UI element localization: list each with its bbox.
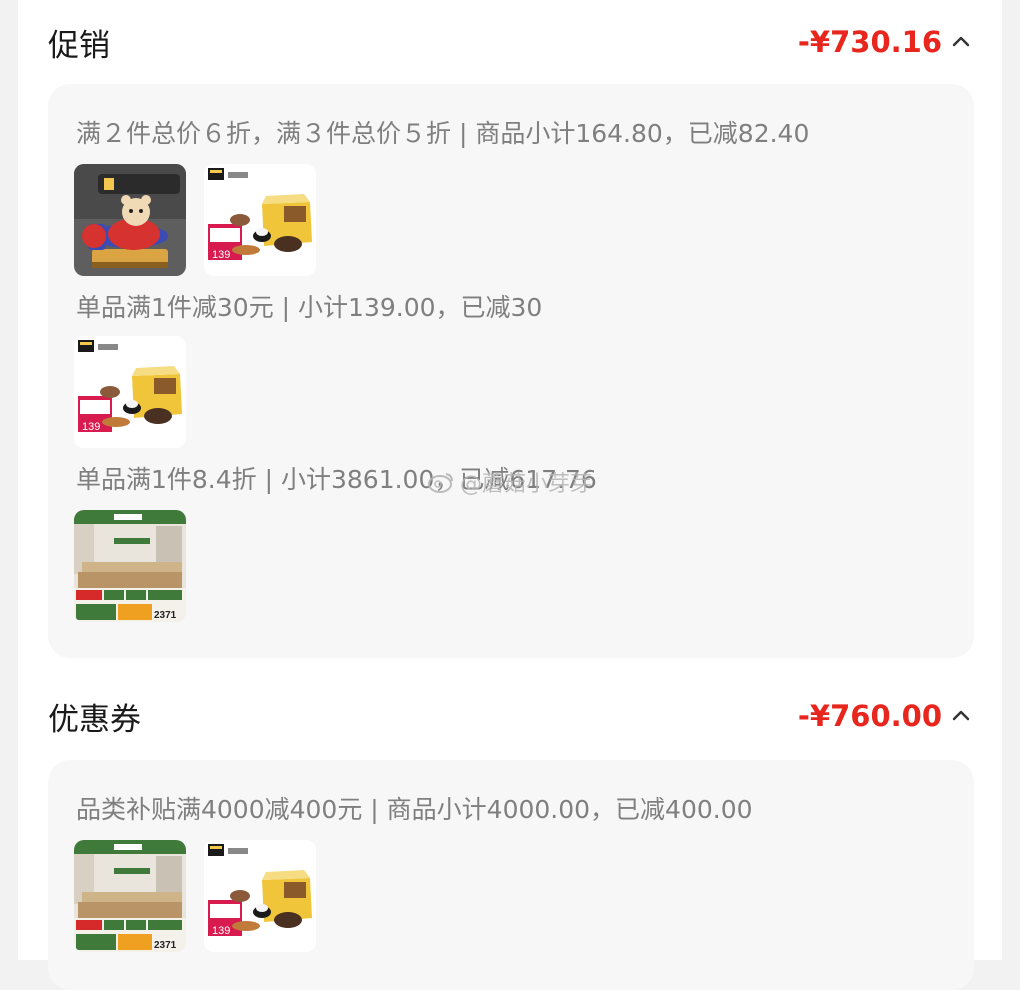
promotion-amount: -¥730.16 [797, 25, 942, 59]
animal-figures-thumb[interactable]: 139 [204, 164, 316, 276]
promotion-header[interactable]: 促销 -¥730.16 [48, 22, 972, 64]
order-discount-panel: 促销 -¥730.16 满２件总价６折，满３件总价５折 | 商品小计164.80… [18, 0, 1002, 990]
watermark-text: @蘑菇小芽芽 [460, 472, 593, 497]
animal-figures-thumb[interactable]: 139 [204, 840, 316, 952]
promotion-amount-toggle[interactable]: -¥730.16 [798, 25, 972, 59]
promotion-details-box: 满２件总价６折，满３件总价５折 | 商品小计164.80，已减82.40 139… [48, 84, 974, 658]
price-tag-text: 139 [212, 249, 230, 261]
price-tag-text: 139 [82, 421, 100, 433]
coupon-details-box: 品类补贴满4000减400元 | 商品小计4000.00，已减400.00 23… [48, 760, 974, 990]
price-tag-text: 139 [212, 925, 230, 937]
weibo-logo-icon [428, 473, 453, 493]
chevron-up-icon[interactable] [950, 705, 972, 727]
sofa-bed-thumb[interactable]: 2371 [74, 510, 186, 622]
chevron-up-icon[interactable] [950, 31, 972, 53]
promotion-rule-2: 单品满1件减30元 | 小计139.00，已减30 [76, 293, 543, 322]
sofa-bed-thumb[interactable]: 2371 [74, 840, 186, 952]
coupon-rule-1: 品类补贴满4000减400元 | 商品小计4000.00，已减400.00 [76, 795, 753, 824]
promotion-title: 促销 [48, 27, 110, 64]
coupon-title: 优惠券 [48, 701, 141, 738]
coupon-amount-toggle[interactable]: -¥760.00 [798, 699, 972, 733]
coupon-header[interactable]: 优惠券 -¥760.00 [48, 696, 972, 738]
animal-figures-thumb[interactable]: 139 [74, 336, 186, 448]
toy-airplane-thumb[interactable] [74, 164, 186, 276]
coupon-amount: -¥760.00 [797, 699, 942, 733]
watermark: @蘑菇小芽芽 [428, 466, 592, 498]
sofa-price-text: 2371 [154, 610, 177, 621]
sofa-price-text: 2371 [154, 940, 177, 951]
promotion-rule-1: 满２件总价６折，满３件总价５折 | 商品小计164.80，已减82.40 [76, 119, 810, 148]
